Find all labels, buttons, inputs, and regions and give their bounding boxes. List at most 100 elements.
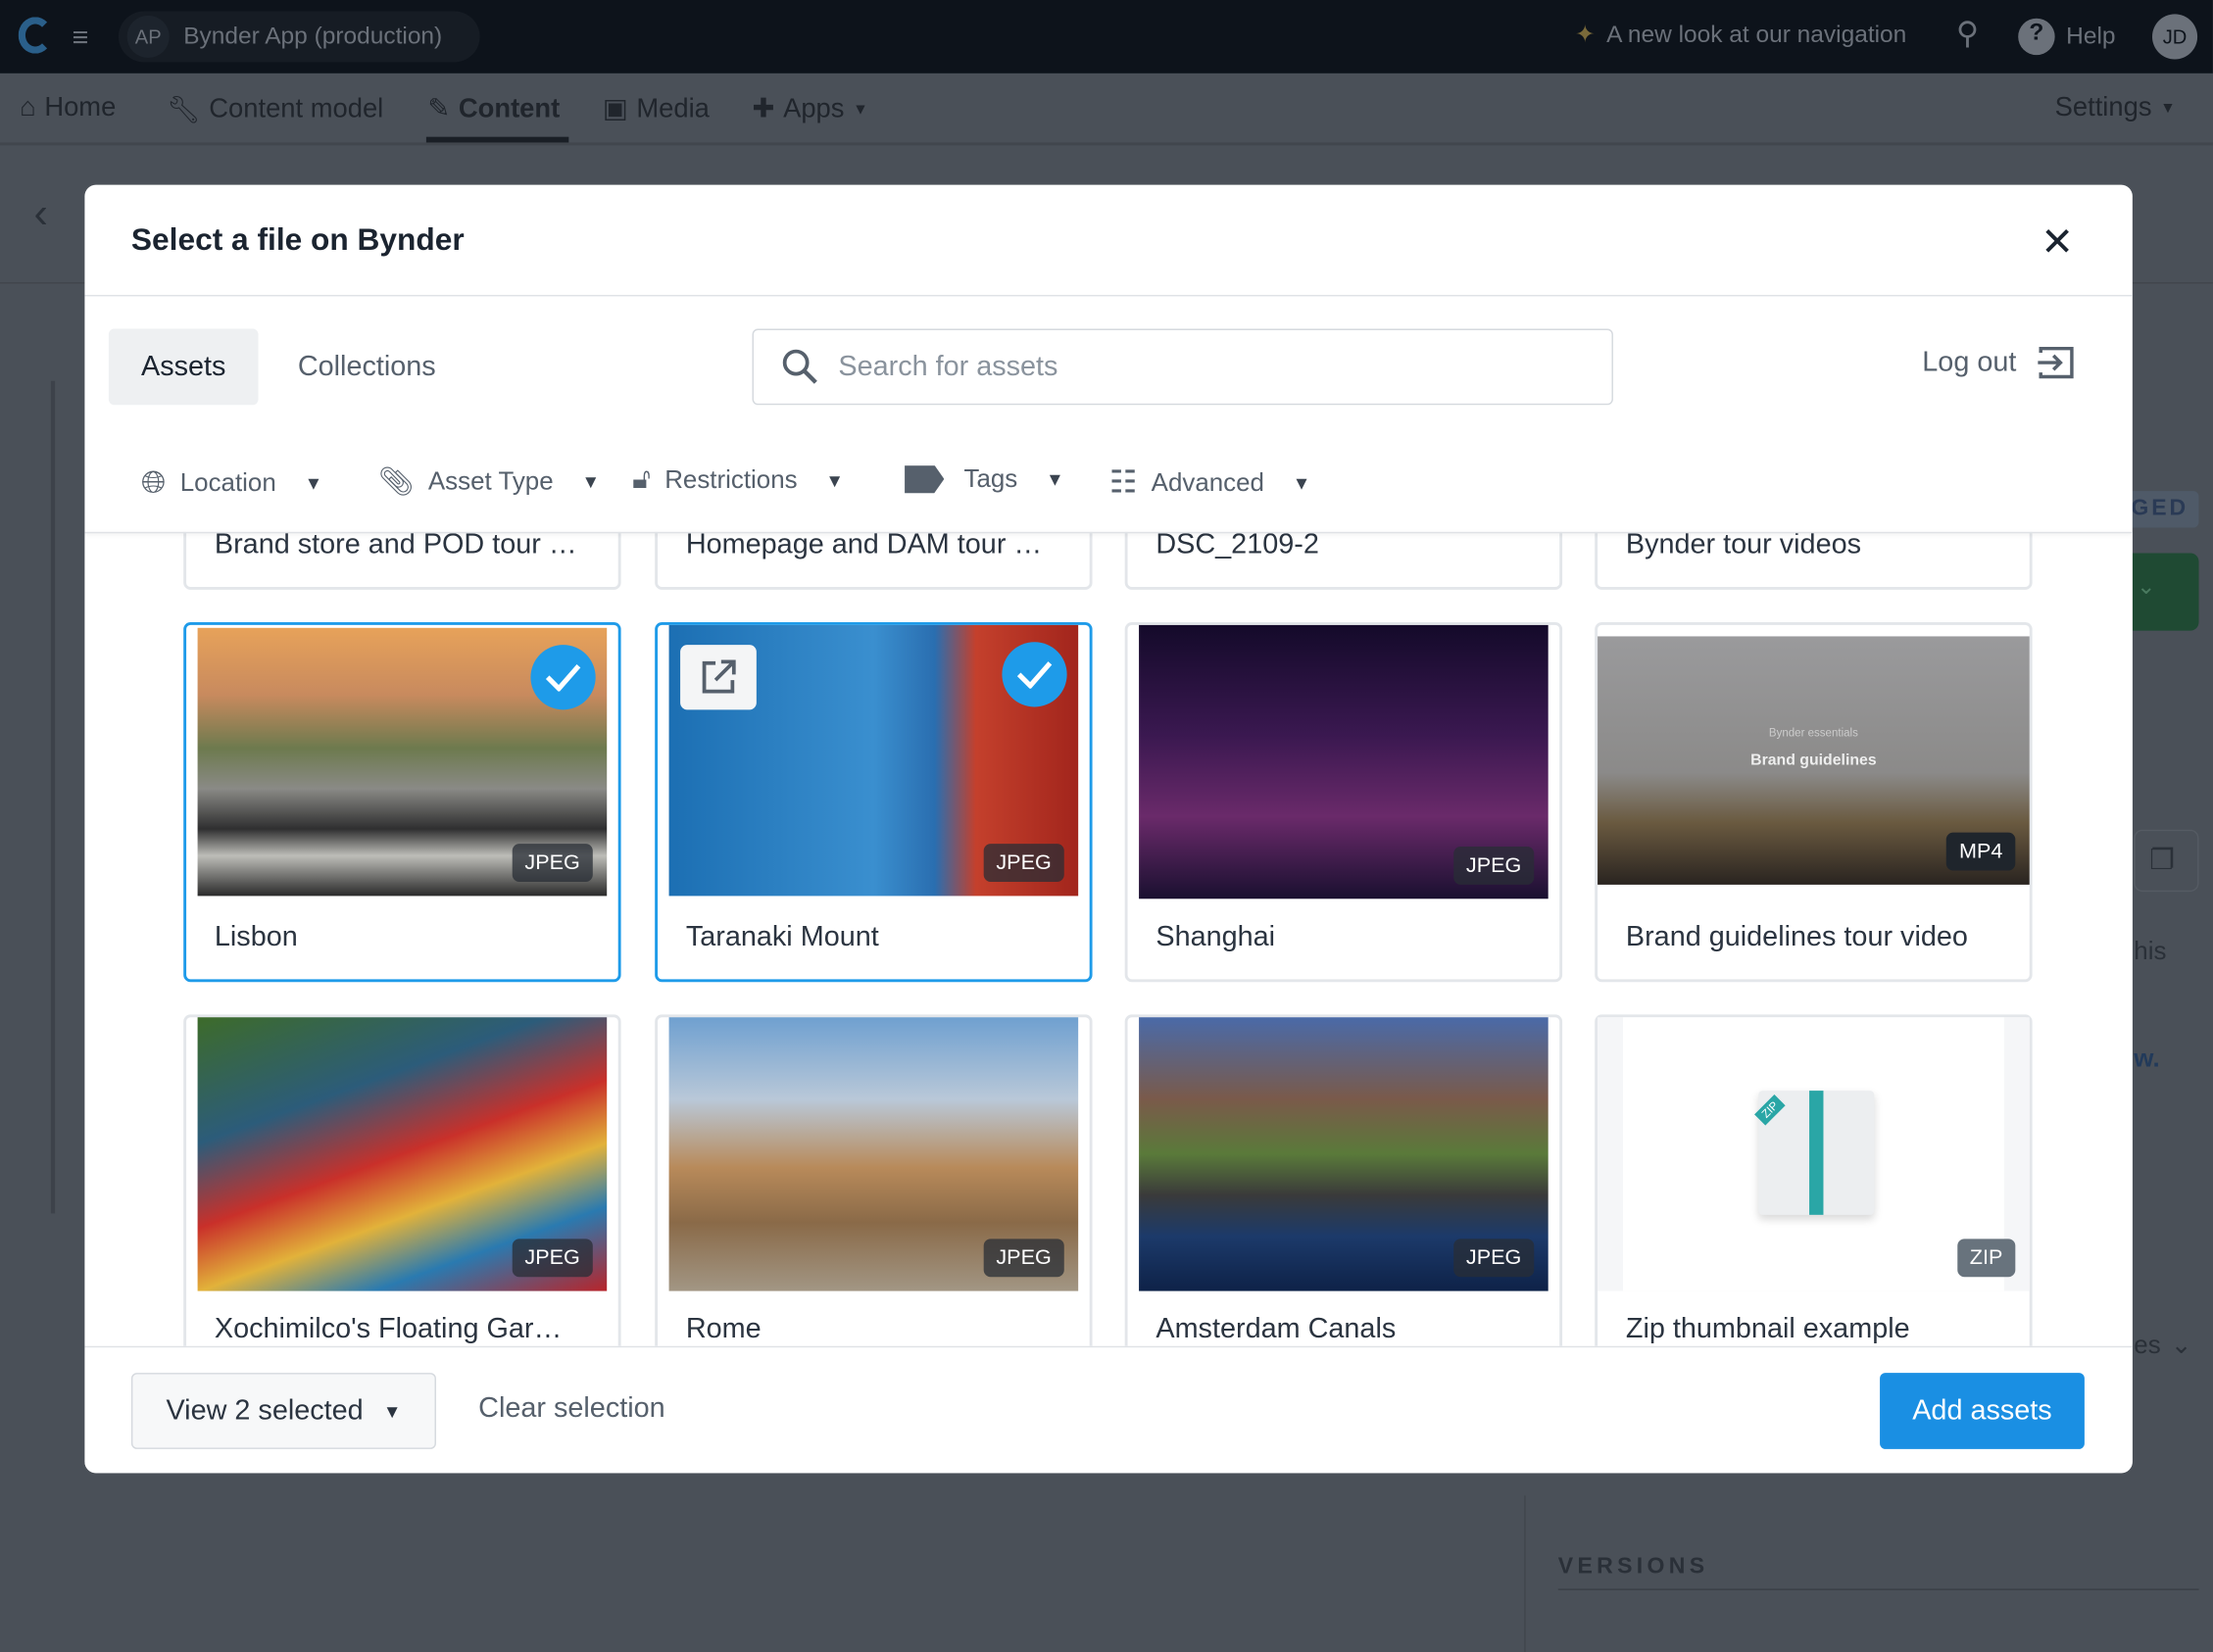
tab-collections[interactable]: Collections: [266, 329, 468, 406]
file-type-badge: JPEG: [1452, 847, 1535, 885]
asset-name: Brand store and POD tour …: [214, 531, 577, 560]
caret-down-icon: ▼: [1046, 468, 1064, 490]
asset-thumbnail: JPEG: [1139, 1017, 1549, 1291]
filter-tags[interactable]: Tags ▼: [905, 464, 1064, 494]
active-tab-indicator: [425, 136, 569, 143]
filter-label: Restrictions: [664, 465, 798, 495]
tag-icon: [905, 464, 945, 494]
checkmark-icon[interactable]: [530, 645, 596, 710]
zip-file-icon: ZIP: [1754, 1091, 1875, 1215]
divider: [84, 531, 2133, 534]
nav-home[interactable]: ⌂ Home: [20, 93, 116, 124]
asset-grid[interactable]: Brand store and POD tour … Homepage and …: [84, 531, 2133, 1346]
space-switcher[interactable]: AP Bynder App (production): [118, 11, 480, 63]
asset-name: Zip thumbnail example: [1625, 1313, 1910, 1345]
thumbnail-subcaption: Bynder essentials: [1768, 726, 1858, 740]
logo-icon[interactable]: [18, 17, 53, 54]
asset-card-lisbon[interactable]: JPEG Lisbon: [183, 622, 621, 983]
sidebar-dropdown[interactable]: es: [2134, 1331, 2160, 1360]
home-icon: ⌂: [20, 93, 36, 123]
caret-down-icon: ▼: [304, 471, 323, 494]
menu-icon[interactable]: ≡: [72, 23, 88, 55]
search-field[interactable]: [752, 328, 1613, 406]
add-assets-button[interactable]: Add assets: [1880, 1373, 2085, 1449]
asset-thumbnail: JPEG: [668, 1017, 1079, 1291]
copy-icon[interactable]: ❐: [2134, 829, 2199, 893]
caret-down-icon: ▼: [581, 470, 600, 493]
nav-media[interactable]: ▣ Media: [603, 93, 710, 125]
asset-card[interactable]: DSC_2109-2: [1124, 531, 1563, 590]
announcement-link[interactable]: ✦ A new look at our navigation: [1575, 22, 1906, 50]
file-type-badge: JPEG: [1452, 1239, 1535, 1278]
view-selected-button[interactable]: View 2 selected ▼: [130, 1373, 436, 1449]
paperclip-icon: 📎︎: [377, 466, 415, 499]
back-icon[interactable]: ‹: [34, 190, 48, 238]
search-input[interactable]: [838, 350, 1545, 383]
asset-thumbnail: Bynder essentials Brand guidelines MP4: [1598, 636, 2030, 885]
file-type-badge: JPEG: [983, 844, 1064, 883]
caret-down-icon: ▼: [853, 100, 868, 119]
nav-label: Settings: [2054, 93, 2152, 123]
nav-content-model[interactable]: 🔧︎ Content model: [167, 93, 383, 127]
chevron-down-icon[interactable]: ⌄: [2171, 1331, 2192, 1360]
asset-thumbnail: ZIP ZIP: [1598, 1017, 2030, 1291]
checkmark-icon[interactable]: [1002, 642, 1067, 707]
filter-asset-type[interactable]: 📎︎ Asset Type ▼: [378, 464, 600, 500]
asset-card-zip[interactable]: ZIP ZIP Zip thumbnail example: [1595, 1014, 2033, 1346]
asset-card-shanghai[interactable]: JPEG Shanghai: [1124, 622, 1563, 983]
nav-settings[interactable]: Settings ▼: [2055, 93, 2176, 124]
asset-name: Homepage and DAM tour …: [685, 531, 1043, 560]
tab-assets[interactable]: Assets: [108, 328, 259, 406]
asset-name: Rome: [685, 1313, 762, 1345]
asset-name: Xochimilco's Floating Gar…: [214, 1313, 563, 1345]
filter-label: Tags: [963, 463, 1018, 493]
external-link-icon[interactable]: [680, 645, 757, 710]
sidebar-link[interactable]: w.: [2134, 1045, 2159, 1074]
org-avatar: AP: [126, 15, 170, 59]
file-type-badge: JPEG: [512, 1239, 593, 1278]
logout-button[interactable]: Log out: [1922, 344, 2076, 380]
zip-ribbon: ZIP: [1754, 1093, 1787, 1126]
search-icon[interactable]: ⚲: [1956, 16, 1979, 52]
nav-apps[interactable]: ✚ Apps ▼: [753, 93, 868, 125]
lock-icon: 🔓︎: [632, 463, 651, 496]
caret-down-icon: ▼: [2160, 100, 2176, 118]
user-avatar[interactable]: JD: [2152, 14, 2198, 60]
filter-label: Location: [179, 467, 276, 497]
help-button[interactable]: ? Help: [2018, 18, 2116, 56]
filter-advanced[interactable]: ☷ Advanced ▼: [1109, 464, 1310, 501]
help-label: Help: [2066, 23, 2116, 50]
caret-down-icon: ▼: [1292, 471, 1311, 494]
nav-label: Content: [458, 93, 561, 124]
nav-content[interactable]: ✎ Content: [427, 93, 560, 125]
sliders-icon: ☷: [1108, 463, 1138, 500]
filter-location[interactable]: 🌐︎ Location ▼: [141, 464, 322, 501]
modal-footer: View 2 selected ▼ Clear selection Add ass…: [84, 1345, 2133, 1474]
asset-card-xochimilco[interactable]: JPEG Xochimilco's Floating Gar…: [183, 1014, 621, 1346]
divider: [1524, 1495, 1526, 1652]
help-icon: ?: [2018, 18, 2055, 56]
file-type-badge: ZIP: [1956, 1239, 2016, 1278]
nav-label: Media: [636, 93, 710, 124]
clear-selection-button[interactable]: Clear selection: [478, 1392, 665, 1425]
file-type-badge: JPEG: [983, 1239, 1064, 1278]
nav-label: Content model: [209, 94, 384, 124]
filter-restrictions[interactable]: 🔓︎ Restrictions ▼: [632, 464, 844, 497]
asset-card-amsterdam[interactable]: JPEG Amsterdam Canals: [1124, 1014, 1563, 1346]
asset-card[interactable]: Brand store and POD tour …: [183, 531, 621, 590]
asset-card-brand-guidelines[interactable]: Bynder essentials Brand guidelines MP4 B…: [1595, 622, 2033, 983]
scrollbar[interactable]: [50, 380, 56, 1214]
app-window: ≡ AP Bynder App (production) ✦ A new loo…: [0, 0, 2213, 1652]
bynder-picker-modal: Select a file on Bynder ✕ Assets Collect…: [84, 184, 2133, 1474]
asset-card-rome[interactable]: JPEG Rome: [655, 1014, 1093, 1346]
sidebar-text: his: [2134, 937, 2167, 965]
asset-card[interactable]: Bynder tour videos: [1595, 531, 2033, 590]
thumbnail-caption: Brand guidelines: [1750, 752, 1877, 769]
file-type-badge: JPEG: [512, 844, 593, 883]
asset-thumbnail: JPEG: [197, 1017, 608, 1291]
close-icon[interactable]: ✕: [2041, 219, 2074, 266]
asset-card[interactable]: Homepage and DAM tour …: [655, 531, 1093, 590]
asset-card-taranaki-mount[interactable]: JPEG Taranaki Mount: [655, 622, 1093, 983]
caret-down-icon: ▼: [825, 469, 844, 492]
asset-name: Shanghai: [1156, 921, 1276, 953]
